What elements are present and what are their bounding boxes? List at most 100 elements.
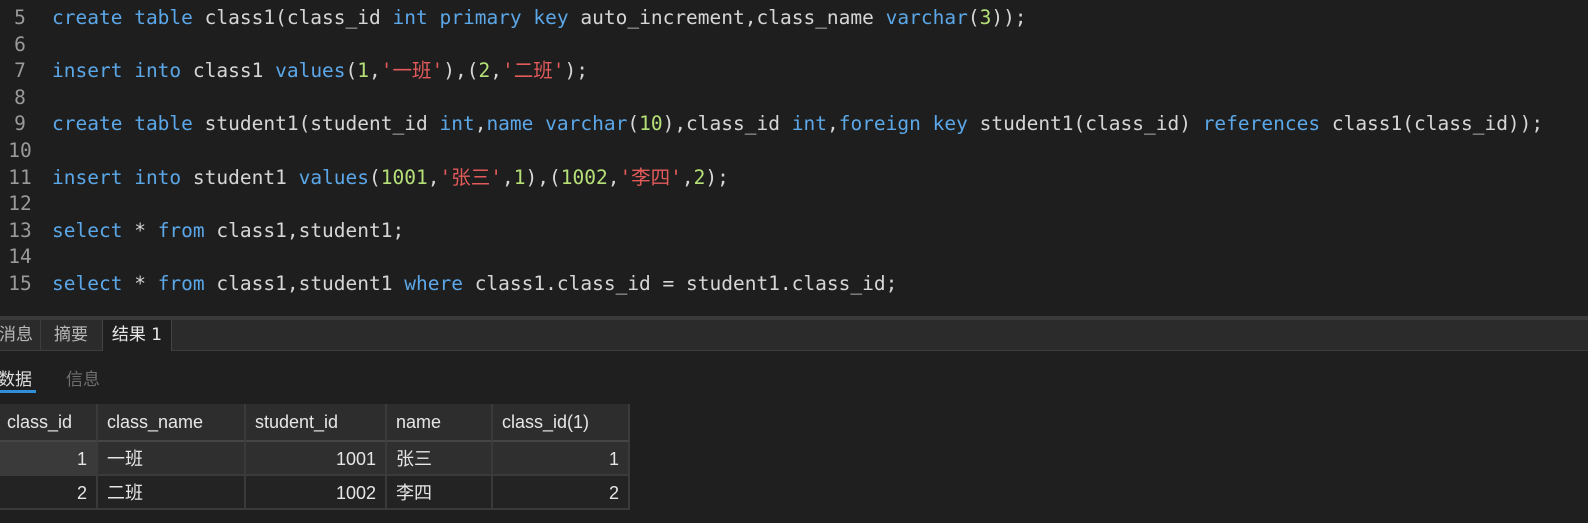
code-token: class1,student1 xyxy=(204,272,405,295)
code-token: class1 xyxy=(181,59,276,83)
code-token: , xyxy=(369,59,381,83)
code-token: ); xyxy=(564,59,588,83)
tab-messages[interactable]: 消息 xyxy=(0,320,41,350)
code-token: class1,student1; xyxy=(204,218,405,242)
result-tab-bar: 消息 摘要 结果 1 xyxy=(0,320,1588,351)
table-cell[interactable]: 1001 xyxy=(246,442,387,476)
code-token: create xyxy=(52,112,123,136)
line-number: 9 xyxy=(14,112,26,136)
code-text: select * from class1,student1; xyxy=(52,218,404,244)
code-token: 1002 xyxy=(560,165,608,189)
tab-summary[interactable]: 摘要 xyxy=(40,320,103,350)
code-token: table xyxy=(134,6,193,29)
code-token: ),( xyxy=(443,59,479,83)
code-token: values xyxy=(298,165,370,189)
table-cell[interactable]: 1 xyxy=(493,442,630,476)
code-token: foreign xyxy=(838,112,921,136)
code-token: varchar xyxy=(545,112,628,136)
code-token: primary xyxy=(439,6,522,29)
table-cell[interactable]: 一班 xyxy=(98,442,246,476)
code-token: student1(class_id) xyxy=(967,112,1203,136)
line-number: 14 xyxy=(8,245,32,269)
code-token: references xyxy=(1202,112,1321,136)
code-token: ),( xyxy=(525,165,561,189)
code-token: 1 xyxy=(357,59,370,83)
line-number: 7 xyxy=(14,59,26,83)
line-number: 8 xyxy=(14,85,26,109)
code-token: ); xyxy=(705,165,729,189)
table-cell[interactable]: 2 xyxy=(493,476,630,510)
code-token: insert xyxy=(52,165,123,189)
code-token: int xyxy=(392,6,428,29)
code-token: where xyxy=(404,272,463,295)
table-cell[interactable]: 二班 xyxy=(98,476,246,510)
code-text: select * from class1,student1 where clas… xyxy=(52,271,897,297)
code-token: , xyxy=(607,165,620,189)
line-number: 6 xyxy=(14,32,26,56)
code-token: select xyxy=(52,218,123,242)
code-token: student1 xyxy=(181,165,299,189)
code-text: insert into class1 values(1,'一班'),(2,'二班… xyxy=(52,58,588,84)
tab-data[interactable]: 数据 xyxy=(0,365,32,390)
code-token: , xyxy=(681,165,694,189)
column-header[interactable]: class_id(1) xyxy=(493,404,630,442)
code-token: create xyxy=(52,6,123,29)
code-token: table xyxy=(134,112,193,136)
code-token: key xyxy=(932,112,968,136)
code-token: '二班' xyxy=(502,59,565,83)
code-token: int xyxy=(439,112,475,136)
tab-info[interactable]: 信息 xyxy=(66,365,100,390)
code-token: , xyxy=(501,165,514,189)
code-token: into xyxy=(134,59,182,83)
code-token: ( xyxy=(967,6,980,29)
code-token: 1001 xyxy=(380,165,428,189)
code-token: key xyxy=(533,6,569,29)
code-token: varchar xyxy=(885,6,968,29)
table-cell[interactable]: 张三 xyxy=(387,442,493,476)
code-token: '张三' xyxy=(439,165,502,189)
column-header[interactable]: class_name xyxy=(98,404,246,442)
code-token: , xyxy=(427,165,440,189)
tab-result-1[interactable]: 结果 1 xyxy=(102,320,172,351)
code-token: select xyxy=(52,272,123,295)
code-text: create table class1(class_id int primary… xyxy=(52,5,1027,31)
code-token: 2 xyxy=(478,59,491,83)
column-header[interactable]: name xyxy=(387,404,493,442)
code-token: 3 xyxy=(979,6,992,29)
code-token: from xyxy=(157,272,205,295)
code-token: class1.class_id = student1.class_id; xyxy=(462,272,898,295)
code-token: insert xyxy=(52,59,123,83)
code-token: ( xyxy=(369,165,381,189)
code-token: 2 xyxy=(693,165,706,189)
code-token: values xyxy=(275,59,346,83)
code-token: ( xyxy=(345,59,358,83)
column-header[interactable]: student_id xyxy=(246,404,387,442)
code-text: create table student1(student_id int,nam… xyxy=(52,111,1543,137)
table-cell[interactable]: 1 xyxy=(0,442,98,476)
sql-editor[interactable]: 5 create table class1(class_id int primar… xyxy=(0,0,1588,316)
table-cell[interactable]: 1002 xyxy=(246,476,387,510)
result-sub-tab-bar: 数据 信息 xyxy=(0,351,1588,403)
code-token: ( xyxy=(627,112,640,136)
code-token: int xyxy=(791,112,827,136)
line-number: 5 xyxy=(14,6,26,29)
code-token: '一班' xyxy=(380,59,444,83)
line-number: 15 xyxy=(8,272,32,295)
code-token: auto_increment,class_name xyxy=(568,6,886,29)
code-token: class1(class_id xyxy=(192,6,393,29)
table-cell[interactable]: 2 xyxy=(0,476,98,510)
code-text: insert into student1 values(1001,'张三',1)… xyxy=(52,165,729,191)
column-header[interactable]: class_id xyxy=(0,404,98,442)
code-token: 1 xyxy=(513,165,526,189)
table-cell[interactable]: 李四 xyxy=(387,476,493,510)
code-token: , xyxy=(826,112,839,136)
code-token: * xyxy=(122,272,158,295)
line-number: 13 xyxy=(8,218,32,242)
